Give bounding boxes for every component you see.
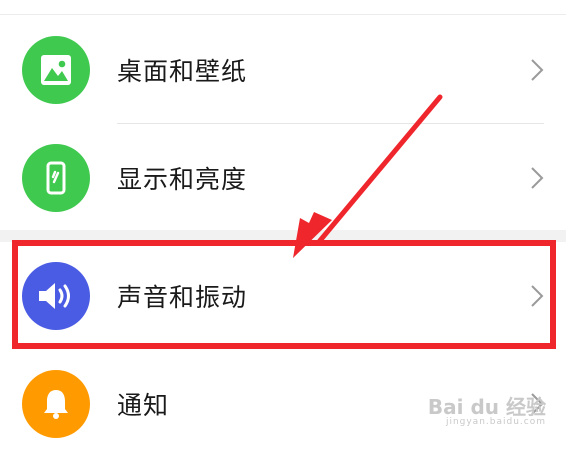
phone-display-icon: [22, 144, 90, 212]
speaker-icon: [22, 262, 90, 330]
item-divider: [117, 123, 544, 124]
settings-item-sound[interactable]: 声音和振动: [0, 246, 566, 346]
settings-item-label: 显示和亮度: [117, 165, 248, 194]
chevron-right-icon: [531, 167, 544, 189]
top-divider: [0, 14, 566, 15]
watermark-url: jingyan.baidu.com: [445, 416, 546, 427]
settings-item-label: 声音和振动: [117, 283, 248, 312]
chevron-right-icon: [531, 59, 544, 81]
watermark: Bai du 经验 jingyan.baidu.com: [427, 394, 546, 427]
settings-item-label: 桌面和壁纸: [117, 57, 248, 86]
bell-icon: [22, 370, 90, 438]
settings-item-display[interactable]: 显示和亮度: [0, 128, 566, 228]
section-gap: [0, 230, 566, 242]
image-icon: [22, 36, 90, 104]
watermark-brand: Bai du 经验: [427, 394, 546, 419]
settings-item-wallpaper[interactable]: 桌面和壁纸: [0, 20, 566, 120]
chevron-right-icon: [531, 285, 544, 307]
settings-item-label: 通知: [117, 391, 170, 420]
